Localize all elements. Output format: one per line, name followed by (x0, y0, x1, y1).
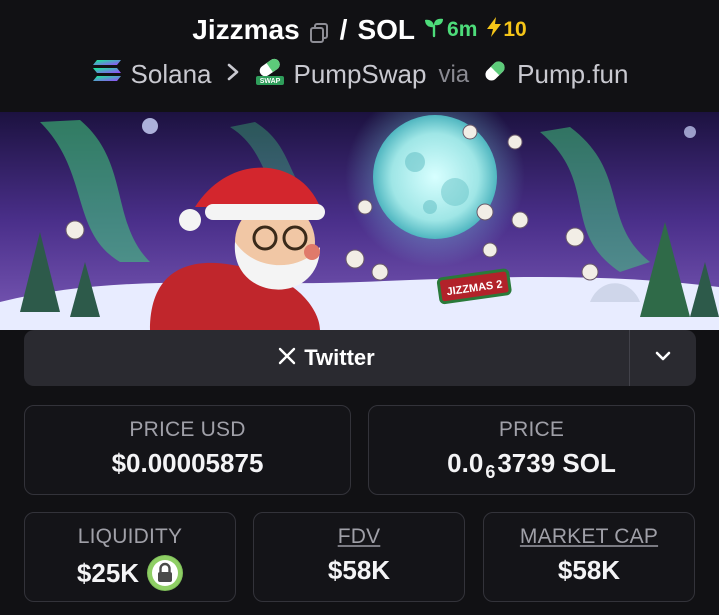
price-usd-value: $0.00005875 (111, 448, 264, 478)
social-links-bar: Twitter (24, 330, 696, 386)
market-cap-card: MARKET CAP $58K (483, 512, 695, 602)
age-text: 6m (447, 18, 478, 41)
solana-icon (91, 58, 123, 91)
token-banner-image: JIZZMAS 2 (0, 112, 719, 330)
more-links-dropdown[interactable] (629, 330, 696, 386)
x-logo-icon (278, 345, 296, 371)
pumpswap-icon: SWAP (254, 56, 286, 93)
pill-icon (481, 57, 509, 92)
token-symbol: Jizzmas (192, 14, 300, 45)
fdv-label[interactable]: FDV (254, 525, 464, 549)
boost-text: 10 (503, 18, 527, 41)
market-cap-label[interactable]: MARKET CAP (484, 525, 694, 549)
lightning-icon (485, 16, 503, 44)
lock-icon[interactable] (147, 555, 184, 591)
price-native-prefix: 0.0 (447, 448, 484, 478)
twitter-label: Twitter (304, 345, 375, 370)
twitter-button[interactable]: Twitter (24, 330, 629, 386)
price-native-suffix: 3739 SOL (497, 448, 616, 478)
fdv-value: $58K (327, 555, 391, 585)
pair-header: Jizzmas / SOL 6m 10 Solana SWAP PumpSwap… (0, 0, 719, 112)
chevron-down-icon (654, 349, 672, 367)
price-native-label: PRICE (498, 418, 565, 441)
via-text: via (438, 60, 470, 88)
liquidity-value-row: $25K (25, 555, 235, 591)
chevron-right-icon (226, 61, 240, 89)
launchpad-name[interactable]: Pump.fun (517, 59, 628, 90)
liquidity-value: $25K (76, 557, 140, 588)
market-cap-value: $58K (557, 555, 621, 585)
pair-age: 6m (423, 16, 477, 44)
seedling-icon (423, 16, 445, 44)
copy-icon[interactable] (308, 19, 330, 43)
price-native-card: PRICE 0.0 6 3739 SOL (368, 405, 695, 495)
fdv-card: FDV $58K (253, 512, 465, 602)
price-usd-label: PRICE USD (129, 418, 246, 441)
liquidity-label: LIQUIDITY (77, 525, 183, 548)
price-native-value: 0.0 6 3739 SOL (369, 448, 694, 482)
chain-name[interactable]: Solana (131, 59, 212, 90)
svg-text:SWAP: SWAP (259, 78, 280, 85)
liquidity-card: LIQUIDITY $25K (24, 512, 236, 602)
boost-count[interactable]: 10 (485, 16, 527, 44)
price-usd-card: PRICE USD $0.00005875 (24, 405, 351, 495)
pair-route-row: Solana SWAP PumpSwap via Pump.fun (0, 56, 719, 93)
dex-name[interactable]: PumpSwap (294, 59, 427, 90)
price-native-zero-count: 6 (485, 462, 496, 482)
quote-symbol: SOL (357, 14, 416, 45)
pair-separator: / (339, 14, 348, 45)
pair-title-row: Jizzmas / SOL 6m 10 (0, 14, 719, 46)
